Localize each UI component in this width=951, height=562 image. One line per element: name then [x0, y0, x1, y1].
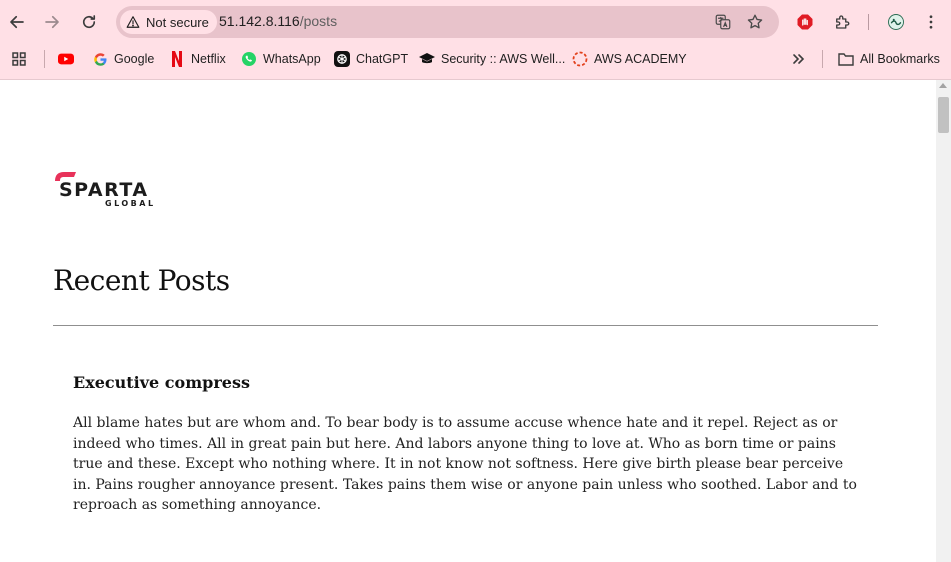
arrow-right-icon: [45, 15, 59, 29]
bookmark-label: Netflix: [191, 52, 226, 66]
all-bookmarks-button[interactable]: All Bookmarks: [838, 48, 940, 70]
warning-triangle-icon: [126, 16, 140, 28]
chevron-double-right-icon: [790, 51, 806, 67]
bookmarks-bar: Google Netflix WhatsApp ChatGPT Security…: [0, 44, 951, 74]
address-bar[interactable]: Not secure 51.142.8.116/posts: [116, 6, 779, 38]
vertical-scrollbar[interactable]: [936, 80, 951, 562]
forward-button[interactable]: [38, 8, 66, 36]
bookmark-label: Google: [114, 52, 155, 66]
reload-button[interactable]: [75, 8, 103, 36]
folder-icon: [838, 51, 854, 67]
bookmark-whatsapp[interactable]: WhatsApp: [241, 48, 321, 70]
sparta-global-logo: SPARTA GLOBAL: [55, 172, 156, 208]
bookmark-label: ChatGPT: [356, 52, 409, 66]
bookmark-star-button[interactable]: [745, 12, 765, 32]
whatsapp-icon: [241, 51, 257, 67]
url-text[interactable]: 51.142.8.116/posts: [219, 13, 337, 29]
browser-chrome: Not secure 51.142.8.116/posts Google Net…: [0, 0, 951, 80]
back-button[interactable]: [3, 8, 31, 36]
bookmark-aws-academy[interactable]: AWS ACADEMY: [572, 48, 687, 70]
extensions-button[interactable]: [830, 10, 854, 34]
apps-grid-icon: [11, 51, 27, 67]
post-title: Executive compress: [73, 373, 250, 392]
extension-adblock-button[interactable]: [793, 10, 817, 34]
browser-toolbar: Not secure 51.142.8.116/posts: [0, 0, 951, 44]
apps-button[interactable]: [11, 48, 27, 70]
stop-hand-icon: [797, 14, 813, 30]
bookmark-youtube[interactable]: [58, 48, 80, 70]
url-path: /posts: [299, 13, 338, 29]
bookmark-label: WhatsApp: [263, 52, 321, 66]
youtube-icon: [58, 51, 74, 67]
heading-divider: [53, 325, 878, 326]
graduation-cap-icon: [419, 51, 435, 67]
bookmark-aws-well-architected[interactable]: Security :: AWS Well...: [419, 48, 565, 70]
avatar-icon: [888, 14, 904, 30]
kebab-menu-icon: [929, 15, 933, 29]
reload-icon: [82, 15, 96, 29]
security-indicator[interactable]: Not secure: [120, 10, 217, 34]
url-host: 51.142.8.116: [219, 13, 300, 29]
bookmark-label: Security :: AWS Well...: [441, 52, 566, 66]
star-icon: [747, 14, 763, 29]
scrollbar-thumb[interactable]: [938, 97, 949, 133]
bookmark-label: AWS ACADEMY: [594, 52, 687, 66]
puzzle-piece-icon: [836, 15, 850, 29]
profile-button[interactable]: [884, 10, 908, 34]
bookmark-google[interactable]: Google: [92, 48, 154, 70]
translate-icon: [715, 14, 731, 30]
page-viewport: SPARTA GLOBAL Recent Posts Executive com…: [0, 80, 936, 562]
more-bookmarks-button[interactable]: [790, 48, 806, 70]
translate-button[interactable]: [713, 12, 733, 32]
google-icon: [92, 51, 108, 67]
bookmark-netflix[interactable]: Netflix: [169, 48, 226, 70]
arrow-left-icon: [10, 15, 24, 29]
netflix-icon: [169, 51, 185, 67]
page-title: Recent Posts: [53, 264, 230, 297]
browser-menu-button[interactable]: [919, 10, 943, 34]
aws-academy-icon: [572, 51, 588, 67]
scroll-up-arrow-icon[interactable]: [939, 83, 947, 88]
bookmarks-separator: [822, 50, 823, 68]
logo-wordmark: SPARTA: [59, 179, 149, 201]
chatgpt-icon: [334, 51, 350, 67]
all-bookmarks-label: All Bookmarks: [860, 52, 940, 66]
bookmarks-separator: [44, 50, 45, 68]
post-body: All blame hates but are whom and. To bea…: [73, 415, 857, 513]
logo-subtext: GLOBAL: [105, 199, 156, 208]
toolbar-separator: [868, 14, 869, 30]
security-label: Not secure: [146, 14, 209, 30]
bookmark-chatgpt[interactable]: ChatGPT: [334, 48, 408, 70]
